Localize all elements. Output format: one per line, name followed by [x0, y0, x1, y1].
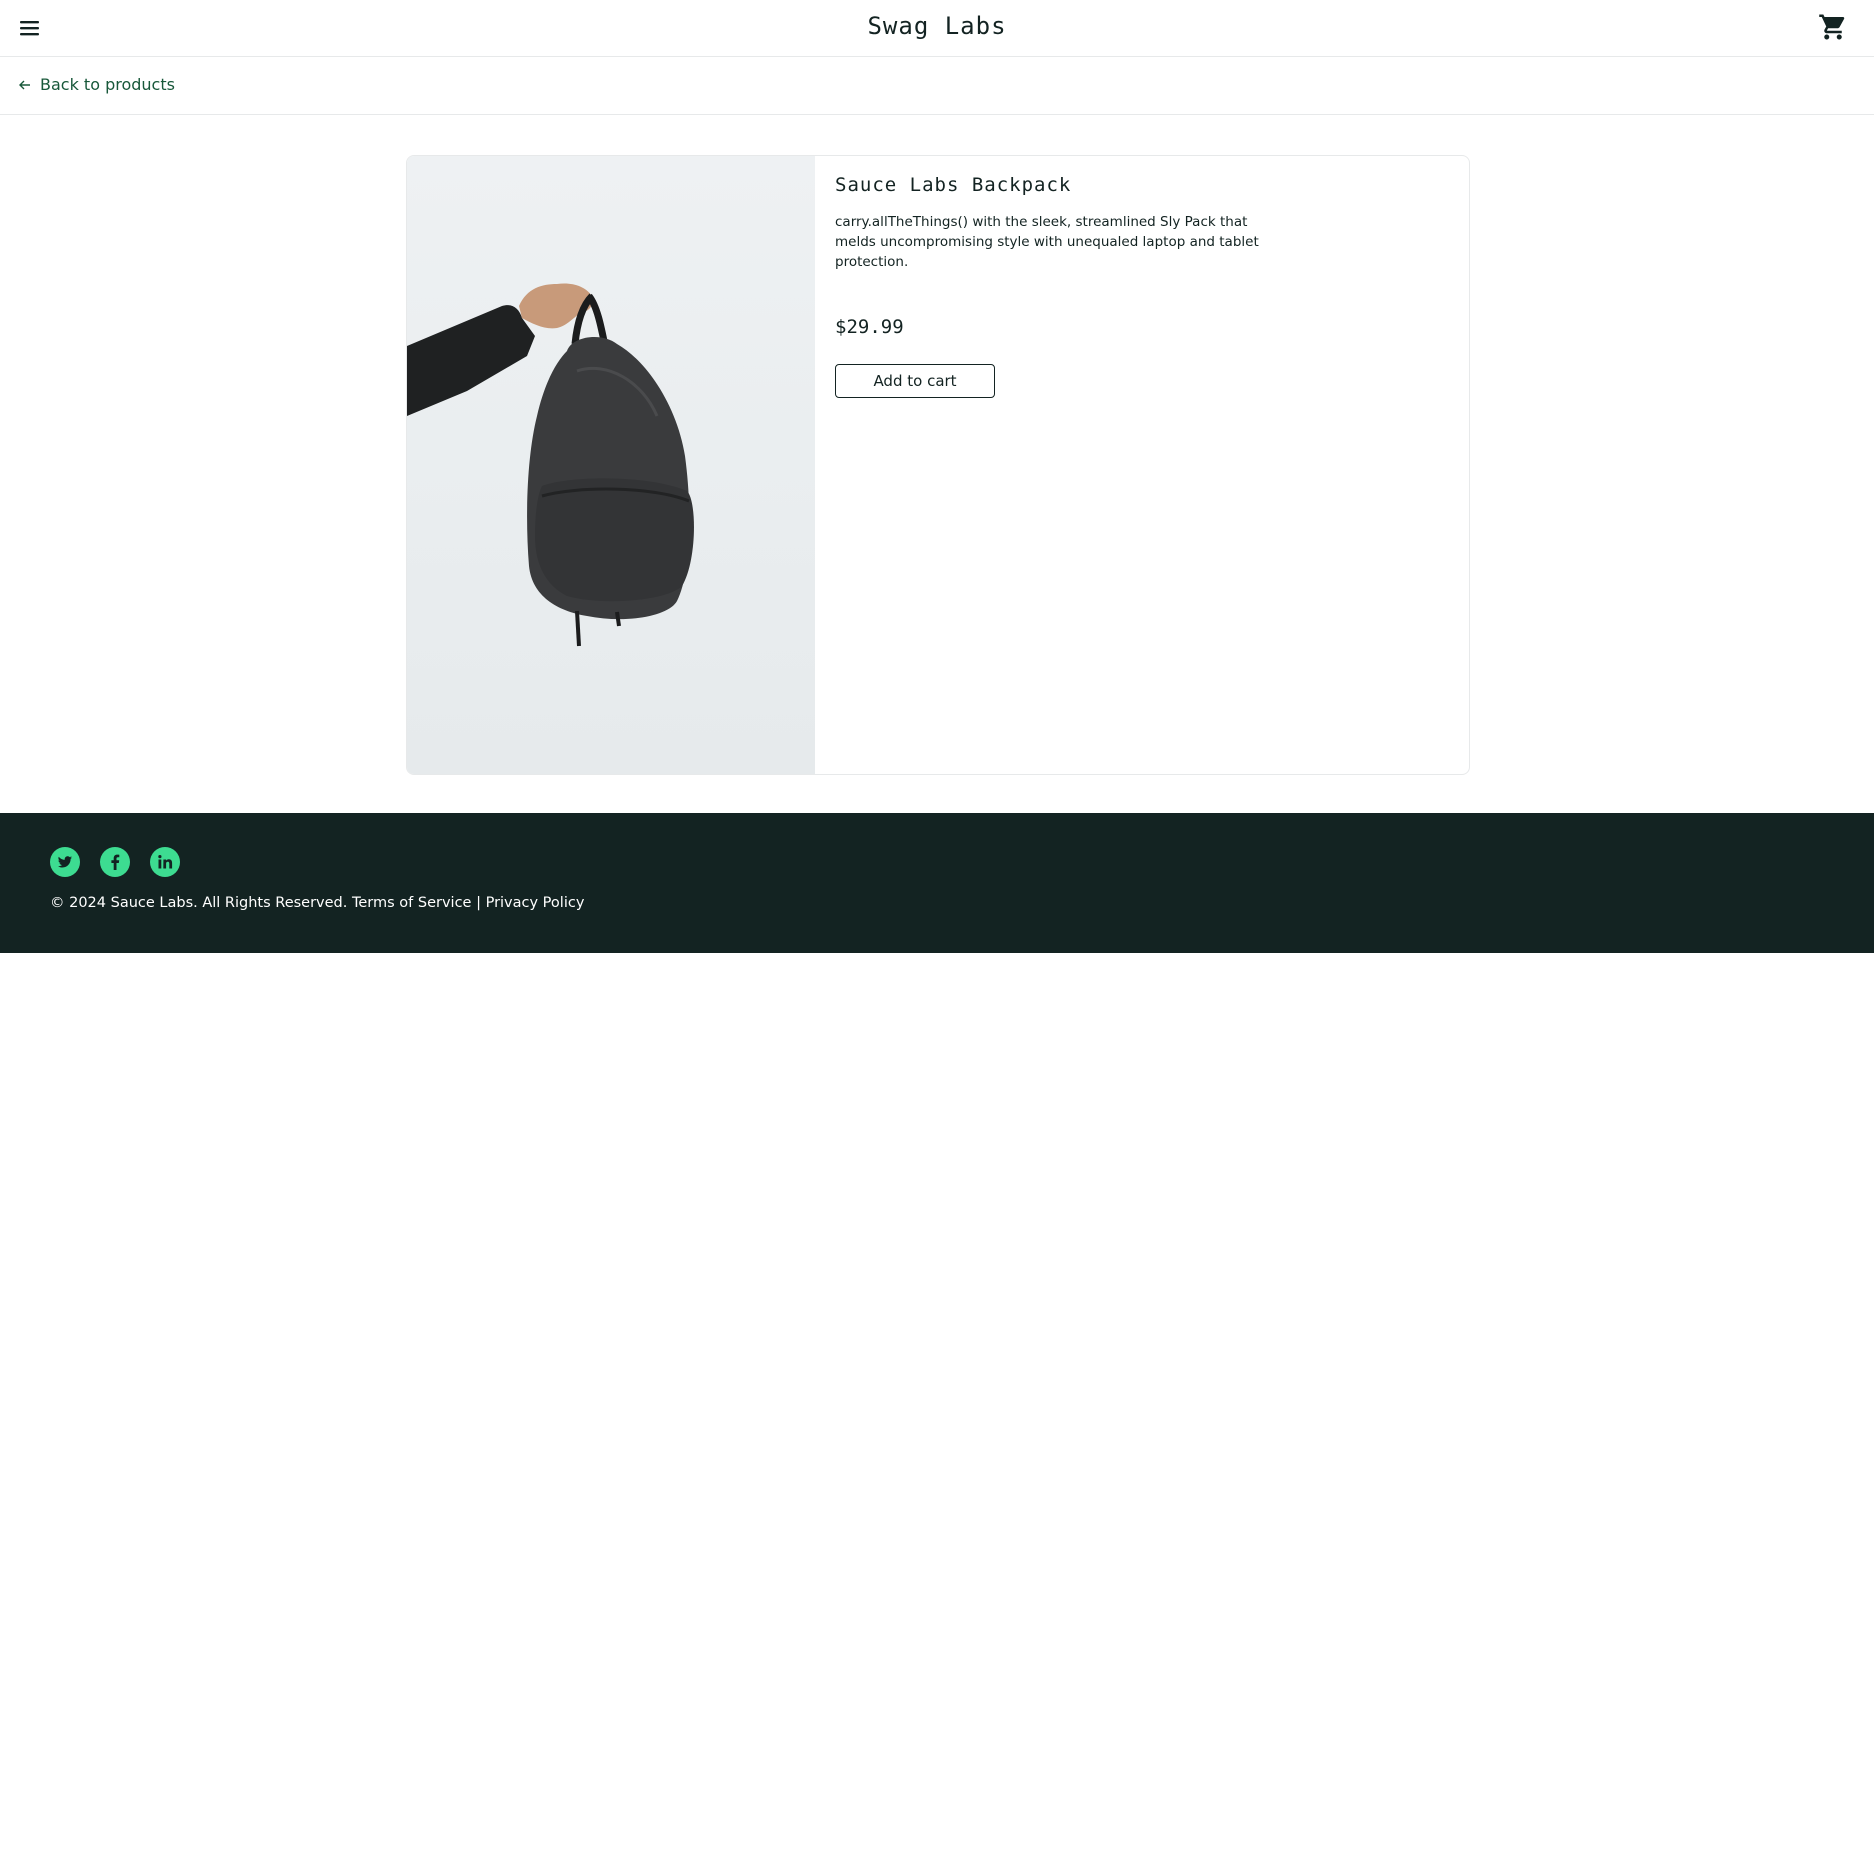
shopping-cart-icon[interactable]: [1818, 12, 1848, 42]
linkedin-icon[interactable]: [150, 847, 180, 877]
facebook-icon[interactable]: [100, 847, 130, 877]
footer: © 2024 Sauce Labs. All Rights Reserved. …: [0, 813, 1874, 953]
app-logo: Swag Labs: [867, 12, 1007, 40]
copyright-text: © 2024 Sauce Labs. All Rights Reserved.: [50, 895, 348, 911]
terms-of-service-link[interactable]: Terms of Service: [352, 895, 471, 911]
primary-header: Swag Labs: [0, 0, 1874, 57]
product-description: carry.allTheThings() with the sleek, str…: [835, 214, 1259, 270]
twitter-icon[interactable]: [50, 847, 80, 877]
arrow-left-icon: [19, 80, 30, 89]
privacy-policy-link[interactable]: Privacy Policy: [486, 895, 585, 911]
footer-copy: © 2024 Sauce Labs. All Rights Reserved. …: [50, 895, 584, 911]
back-to-products-button[interactable]: Back to products: [18, 75, 175, 94]
back-to-products-label: Back to products: [40, 75, 175, 94]
social-links: [50, 847, 180, 877]
product-image: [407, 156, 815, 774]
product-name: Sauce Labs Backpack: [835, 174, 1072, 196]
product-details: Sauce Labs Backpack carry.allTheThings()…: [835, 174, 1435, 398]
product-price: $29.99: [835, 316, 904, 338]
product-details-card: Sauce Labs Backpack carry.allTheThings()…: [406, 155, 1470, 775]
secondary-header: Back to products: [0, 57, 1874, 115]
inventory-details-container: Sauce Labs Backpack carry.allTheThings()…: [0, 115, 1874, 814]
add-to-cart-button[interactable]: Add to cart: [835, 364, 995, 398]
footer-separator: |: [476, 895, 481, 911]
